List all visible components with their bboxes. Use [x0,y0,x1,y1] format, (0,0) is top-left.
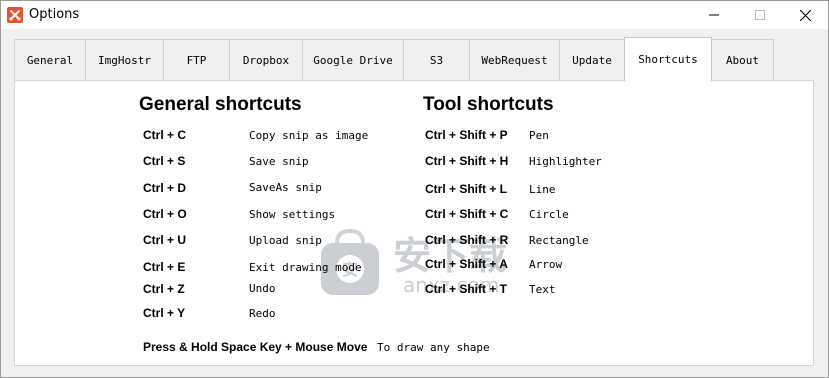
tab-ftp[interactable]: FTP [163,39,230,80]
shortcut-key: Ctrl + Shift + T [425,282,508,296]
shortcut-action: Line [529,183,556,196]
shortcut-key: Ctrl + O [143,207,187,221]
maximize-button[interactable] [737,1,783,29]
tab-s3[interactable]: S3 [403,39,470,80]
tool-shortcuts-heading: Tool shortcuts [423,94,554,115]
space-key-shortcut: Press & Hold Space Key + Mouse Move [143,340,368,354]
shortcut-key: Ctrl + Y [143,306,186,320]
shortcut-action: Highlighter [529,155,602,168]
shortcut-key: Ctrl + Shift + P [425,128,508,142]
shortcut-action: Show settings [249,208,336,221]
shortcut-action: SaveAs snip [249,181,322,194]
space-key-action: To draw any shape [377,341,490,354]
shortcut-action: Rectangle [529,234,589,247]
maximize-icon [755,10,765,20]
shortcut-key: Ctrl + D [143,181,187,195]
shortcut-action: Text [529,283,556,296]
shortcut-key: Ctrl + E [143,260,186,274]
general-shortcuts-heading: General shortcuts [139,94,302,115]
app-icon [7,7,23,23]
shortcut-key: Ctrl + C [143,128,187,142]
shortcut-action: Save snip [249,155,309,168]
tab-strip: General ImgHostr FTP Dropbox Google Driv… [14,37,814,81]
tab-imghostr[interactable]: ImgHostr [85,39,164,80]
shortcut-action: Copy snip as image [249,129,369,142]
shortcut-key: Ctrl + Shift + A [425,257,508,271]
minimize-button[interactable] [691,1,737,29]
shortcut-action: Circle [529,208,569,221]
shortcut-action: Exit drawing mode [249,261,362,274]
shortcut-key: Ctrl + S [143,154,186,168]
shortcut-key: Ctrl + U [143,233,187,247]
shortcut-key: Ctrl + Z [143,282,185,296]
tab-webrequest[interactable]: WebRequest [469,39,560,80]
shortcut-action: Pen [529,129,549,142]
options-window: Options General ImgHostr FTP Dropbox Goo… [0,0,829,378]
tab-update[interactable]: Update [559,39,625,80]
tab-general[interactable]: General [14,39,86,80]
close-icon [799,9,811,21]
title-bar[interactable]: Options [1,1,828,29]
shortcut-key: Ctrl + Shift + H [425,154,509,168]
minimize-icon [709,14,719,16]
shortcut-action: Redo [249,307,276,320]
close-button[interactable] [782,1,828,29]
tab-dropbox[interactable]: Dropbox [229,39,303,80]
tab-google-drive[interactable]: Google Drive [302,39,404,80]
shortcut-key: Ctrl + Shift + C [425,207,509,221]
shortcut-action: Undo [249,282,276,295]
tab-about[interactable]: About [711,39,774,80]
shortcut-key: Ctrl + Shift + L [425,182,508,196]
tab-shortcuts[interactable]: Shortcuts [624,37,712,81]
window-title: Options [29,7,80,22]
shortcut-action: Arrow [529,258,563,271]
shortcut-key: Ctrl + Shift + R [425,233,509,247]
shortcut-action: Upload snip [249,234,322,247]
shortcuts-panel: 安 安下载 anxz.com General shortcuts Tool sh… [14,80,814,366]
